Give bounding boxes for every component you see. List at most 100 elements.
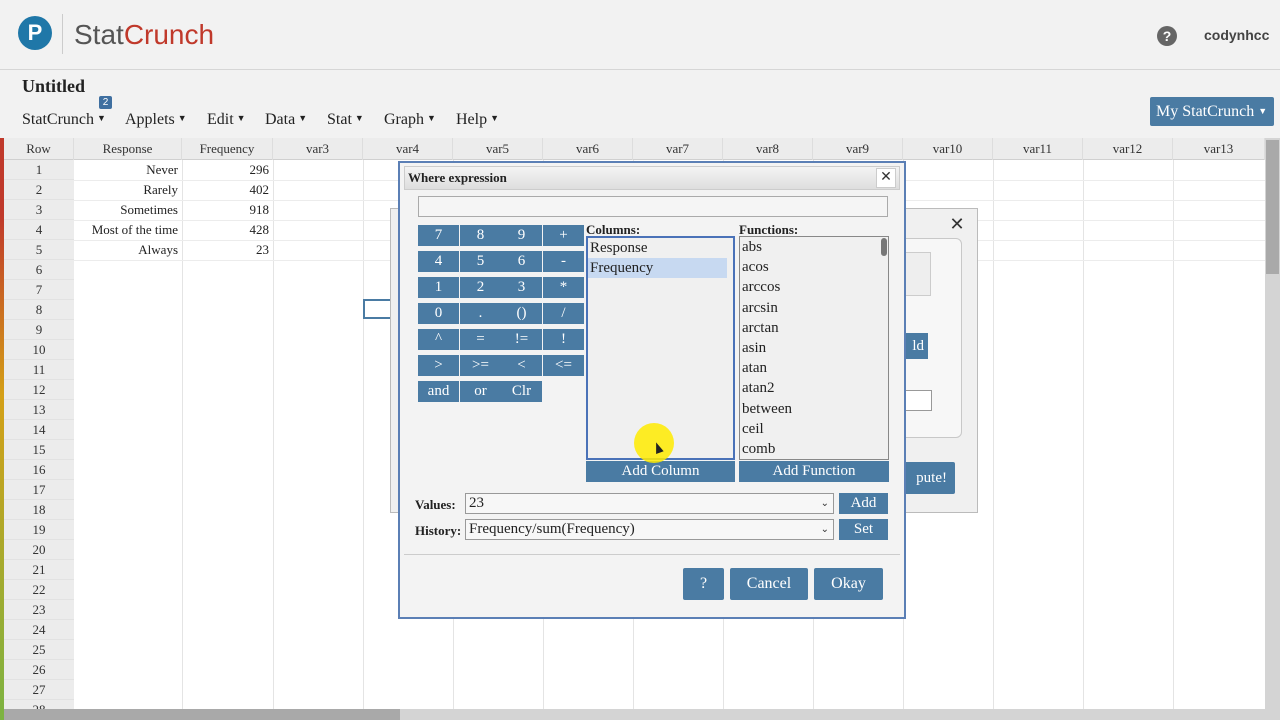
okay-button[interactable]: Okay [814, 568, 883, 600]
column-header-var11[interactable]: var11 [993, 138, 1083, 160]
history-select[interactable]: Frequency/sum(Frequency) ⌄ [465, 519, 834, 540]
dialog-help-button[interactable]: ? [683, 568, 724, 600]
menu-graph[interactable]: Graph ▼ [384, 111, 436, 129]
background-dialog-input[interactable] [905, 390, 932, 411]
list-item[interactable]: asin [740, 338, 888, 358]
list-item[interactable]: acos [740, 257, 888, 277]
compute-button[interactable]: pute! [900, 462, 955, 494]
key-multiply[interactable]: * [543, 277, 584, 298]
key-decimal[interactable]: . [460, 303, 501, 324]
table-cell-frequency[interactable]: 23 [182, 240, 273, 260]
key-2[interactable]: 2 [460, 277, 501, 298]
values-select[interactable]: 23 ⌄ [465, 493, 834, 514]
list-item[interactable]: atan2 [740, 378, 888, 398]
column-header-var9[interactable]: var9 [813, 138, 903, 160]
list-item[interactable]: arcsin [740, 298, 888, 318]
menu-help[interactable]: Help ▼ [456, 111, 499, 129]
key-less[interactable]: < [501, 355, 542, 376]
set-history-button[interactable]: Set [839, 519, 888, 540]
key-minus[interactable]: - [543, 251, 584, 272]
add-value-button[interactable]: Add [839, 493, 888, 514]
list-item[interactable]: abs [740, 237, 888, 257]
menu-applets[interactable]: Applets ▼ [125, 111, 187, 129]
key-7[interactable]: 7 [418, 225, 459, 246]
key-5[interactable]: 5 [460, 251, 501, 272]
brand-logo[interactable]: StatCrunch [74, 18, 214, 52]
list-item[interactable]: arctan [740, 318, 888, 338]
table-cell-response[interactable]: Never [74, 160, 182, 180]
key-0[interactable]: 0 [418, 303, 459, 324]
list-item[interactable]: atan [740, 358, 888, 378]
help-icon[interactable]: ? [1157, 26, 1177, 46]
list-item-selected[interactable]: Frequency [588, 258, 727, 279]
table-cell-frequency[interactable]: 918 [182, 200, 273, 220]
column-header-var6[interactable]: var6 [543, 138, 633, 160]
cancel-button[interactable]: Cancel [730, 568, 808, 600]
add-column-button[interactable]: Add Column [586, 461, 735, 482]
menu-edit[interactable]: Edit ▼ [207, 111, 246, 129]
row-number: 10 [4, 340, 74, 360]
key-4[interactable]: 4 [418, 251, 459, 272]
key-equals[interactable]: = [460, 329, 501, 350]
key-1[interactable]: 1 [418, 277, 459, 298]
table-cell-frequency[interactable]: 428 [182, 220, 273, 240]
key-clear[interactable]: Clr [501, 381, 542, 402]
app-header: P StatCrunch ? codynhcc [0, 0, 1280, 70]
selected-cell[interactable] [363, 299, 393, 319]
key-greater-equal[interactable]: >= [460, 355, 501, 376]
horizontal-scroll-thumb[interactable] [4, 709, 400, 720]
background-dialog-field[interactable] [905, 252, 931, 296]
table-cell-frequency[interactable]: 402 [182, 180, 273, 200]
column-header-frequency[interactable]: Frequency [182, 138, 273, 160]
key-parens[interactable]: () [501, 303, 542, 324]
column-header-var7[interactable]: var7 [633, 138, 723, 160]
list-item[interactable]: arccos [740, 277, 888, 297]
background-dialog-close-icon[interactable]: ✕ [947, 214, 967, 234]
column-header-var12[interactable]: var12 [1083, 138, 1173, 160]
table-cell-response[interactable]: Sometimes [74, 200, 182, 220]
list-item[interactable]: between [740, 399, 888, 419]
key-and[interactable]: and [418, 381, 459, 402]
key-9[interactable]: 9 [501, 225, 542, 246]
list-item[interactable]: ceil [740, 419, 888, 439]
column-header-var8[interactable]: var8 [723, 138, 813, 160]
functions-list[interactable]: abs acos arccos arcsin arctan asin atan … [739, 236, 889, 460]
key-6[interactable]: 6 [501, 251, 542, 272]
key-3[interactable]: 3 [501, 277, 542, 298]
list-item[interactable]: comb [740, 439, 888, 459]
list-item[interactable]: Response [588, 238, 733, 258]
vertical-scroll-thumb[interactable] [1266, 140, 1279, 274]
functions-scroll-thumb[interactable] [881, 238, 887, 256]
key-plus[interactable]: + [543, 225, 584, 246]
key-power[interactable]: ^ [418, 329, 459, 350]
table-cell-response[interactable]: Most of the time [74, 220, 182, 240]
key-not-equals[interactable]: != [501, 329, 542, 350]
row-number: 21 [4, 560, 74, 580]
column-header-var13[interactable]: var13 [1173, 138, 1265, 160]
column-header-var3[interactable]: var3 [273, 138, 363, 160]
key-or[interactable]: or [460, 381, 501, 402]
add-function-button[interactable]: Add Function [739, 461, 889, 482]
column-header-response[interactable]: Response [74, 138, 182, 160]
key-less-equal[interactable]: <= [543, 355, 584, 376]
key-8[interactable]: 8 [460, 225, 501, 246]
user-menu[interactable]: codynhcc [1204, 27, 1269, 43]
menu-data[interactable]: Data ▼ [265, 111, 307, 129]
table-cell-response[interactable]: Rarely [74, 180, 182, 200]
table-cell-response[interactable]: Always [74, 240, 182, 260]
dialog-close-icon[interactable]: ✕ [876, 168, 896, 188]
column-header-var10[interactable]: var10 [903, 138, 993, 160]
menu-statcrunch[interactable]: StatCrunch ▼ [22, 111, 106, 129]
menu-stat[interactable]: Stat ▼ [327, 111, 364, 129]
column-header-var4[interactable]: var4 [363, 138, 453, 160]
menu-label: Data [265, 111, 296, 128]
key-greater[interactable]: > [418, 355, 459, 376]
table-cell-frequency[interactable]: 296 [182, 160, 273, 180]
key-divide[interactable]: / [543, 303, 584, 324]
row-header: Row [4, 138, 74, 160]
my-statcrunch-button[interactable]: My StatCrunch ▼ [1150, 97, 1274, 126]
key-not[interactable]: ! [543, 329, 584, 350]
grid-line [363, 160, 364, 710]
column-header-var5[interactable]: var5 [453, 138, 543, 160]
expression-input[interactable] [418, 196, 888, 217]
